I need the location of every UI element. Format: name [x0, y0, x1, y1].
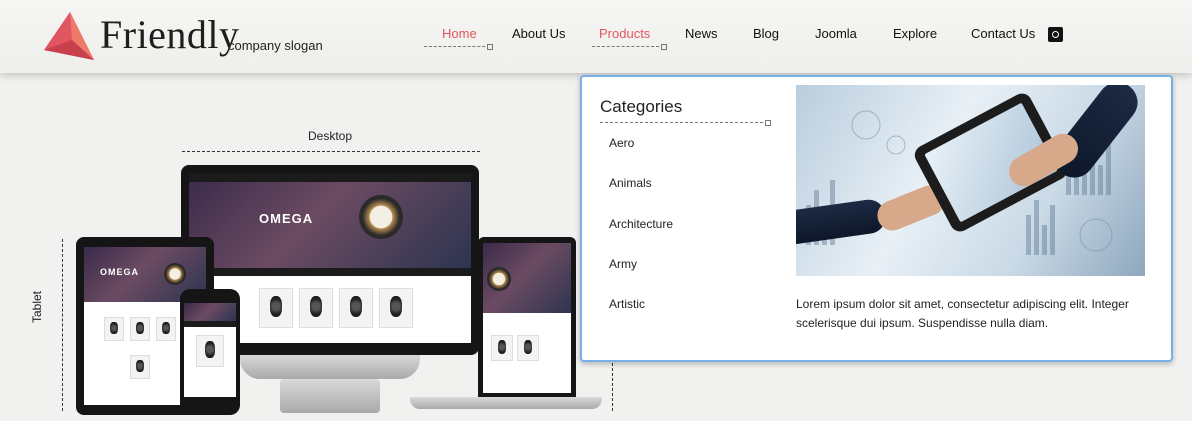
- nav-item-blog[interactable]: Blog: [753, 26, 779, 42]
- category-item-artistic[interactable]: Artistic: [609, 297, 645, 311]
- laptop-image: [478, 237, 576, 397]
- search-icon[interactable]: [1048, 27, 1063, 42]
- desktop-label: Desktop: [308, 129, 353, 143]
- laptop-base: [410, 397, 602, 409]
- site-header: Friendly company slogan Home About Us Pr…: [0, 0, 1192, 73]
- desktop-base: [280, 379, 380, 413]
- tablet-label: Tablet: [30, 290, 44, 323]
- categories-title: Categories: [600, 97, 683, 116]
- category-item-army[interactable]: Army: [609, 257, 637, 271]
- phone-image: [180, 289, 240, 415]
- nav-item-explore[interactable]: Explore: [893, 26, 937, 42]
- nav-item-contact-us[interactable]: Contact Us: [971, 26, 1035, 42]
- categories-title-underline: [600, 120, 771, 126]
- nav-item-about-us[interactable]: About Us: [512, 26, 565, 42]
- nav-underline-home: [424, 44, 493, 50]
- nav-underline-products: [592, 44, 667, 50]
- nav-item-joomla[interactable]: Joomla: [815, 26, 857, 42]
- screen-brand-text: OMEGA: [259, 211, 314, 226]
- tablet-dimension-line: [62, 239, 63, 411]
- products-dropdown-menu: Categories Aero Animals Architecture Arm…: [580, 75, 1173, 362]
- tablet-hands-image: [796, 85, 1145, 276]
- dropdown-description: Lorem ipsum dolor sit amet, consectetur …: [796, 297, 1129, 330]
- main-nav: Home About Us Products News Blog Joomla …: [0, 0, 1192, 73]
- nav-item-products[interactable]: Products: [599, 26, 650, 42]
- desktop-dimension-line: [182, 151, 480, 152]
- category-item-animals[interactable]: Animals: [609, 176, 652, 190]
- laptop-dimension-line: [612, 363, 613, 411]
- category-item-aero[interactable]: Aero: [609, 136, 634, 150]
- desktop-stand: [240, 355, 420, 379]
- nav-item-home[interactable]: Home: [442, 26, 477, 42]
- category-item-architecture[interactable]: Architecture: [609, 217, 673, 231]
- nav-item-news[interactable]: News: [685, 26, 718, 42]
